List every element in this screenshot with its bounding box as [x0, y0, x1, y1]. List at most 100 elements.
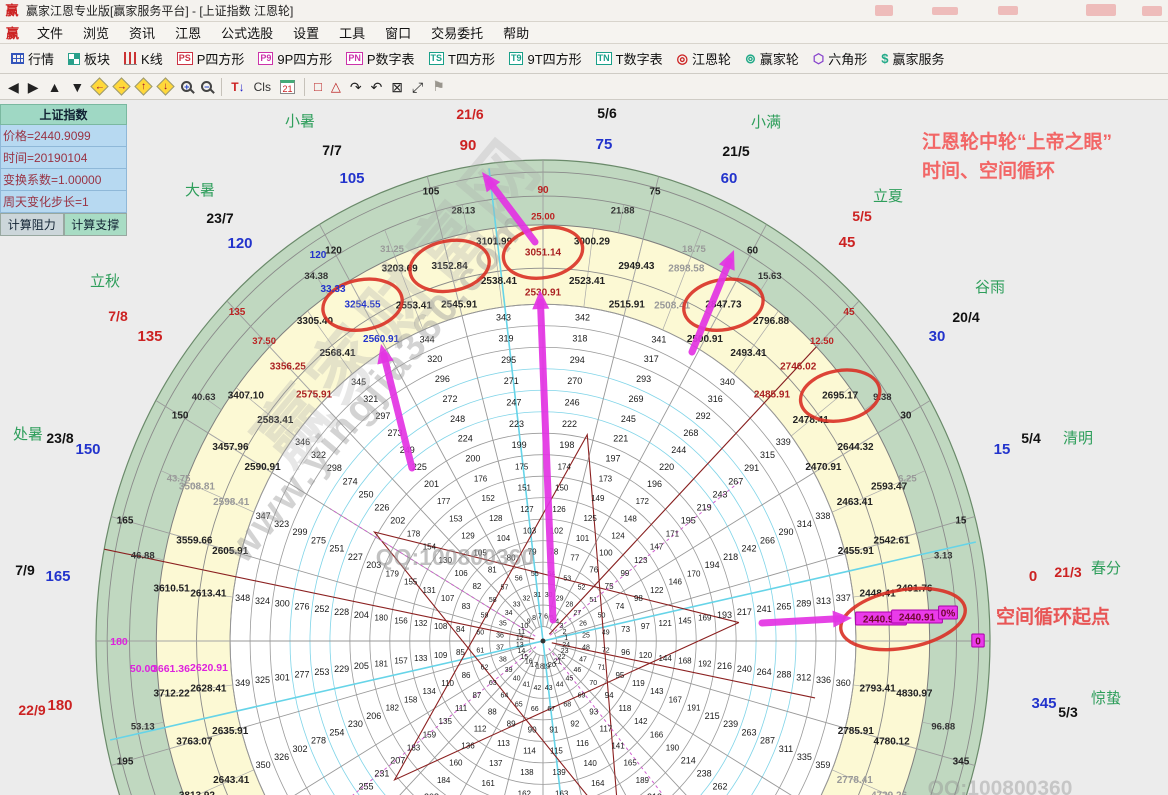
toolbar-button-T数字表[interactable]: TNT数字表	[589, 46, 670, 72]
nav-last-icon[interactable]: ▶	[28, 79, 39, 95]
svg-text:88: 88	[488, 708, 497, 717]
svg-text:3407.10: 3407.10	[228, 391, 265, 402]
svg-text:87: 87	[472, 691, 481, 700]
svg-text:143: 143	[650, 687, 664, 696]
svg-text:300: 300	[275, 599, 290, 609]
toolbar-button-P四方形[interactable]: PSP四方形	[170, 46, 252, 72]
nav-first-icon[interactable]: ◀	[8, 79, 19, 95]
svg-text:319: 319	[499, 334, 514, 344]
menu-item-1[interactable]: 浏览	[73, 21, 119, 44]
toolbar-button-六角形[interactable]: ⬡六角形	[806, 46, 874, 72]
svg-text:195: 195	[117, 757, 134, 768]
toolbar-label: 板块	[84, 49, 110, 68]
toolbar-button-板块[interactable]: 板块	[61, 46, 117, 72]
menu-item-6[interactable]: 工具	[329, 21, 375, 44]
svg-text:296: 296	[435, 374, 450, 384]
solar-term-立夏: 立夏	[873, 188, 903, 205]
svg-text:165: 165	[623, 759, 637, 768]
resize-icon[interactable]: ⤢	[412, 79, 423, 95]
menu-item-7[interactable]: 窗口	[375, 21, 421, 44]
step-up-icon[interactable]: ↑	[135, 77, 153, 95]
svg-text:100: 100	[599, 548, 613, 557]
svg-text:21.88: 21.88	[611, 205, 635, 216]
toolbar-button-9P四方形[interactable]: P99P四方形	[251, 46, 339, 72]
toolbar-button-赢家服务[interactable]: $赢家服务	[874, 46, 951, 72]
toolbar-button-T四方形[interactable]: TST四方形	[422, 46, 502, 72]
wheel-hub	[541, 639, 546, 644]
svg-text:146: 146	[669, 578, 683, 587]
calc-support-button[interactable]: 计算支撑	[64, 213, 128, 236]
toolbar-button-江恩轮[interactable]: ◎江恩轮	[670, 46, 738, 72]
zoom-in-icon[interactable]: +	[181, 81, 192, 92]
menu-item-5[interactable]: 设置	[283, 21, 329, 44]
menu-item-0[interactable]: 文件	[27, 21, 73, 44]
menu-item-2[interactable]: 资讯	[119, 21, 165, 44]
svg-text:135: 135	[439, 717, 453, 726]
titlebar-button-artifact[interactable]	[932, 7, 958, 15]
solar-term-大暑: 大暑	[185, 182, 215, 199]
svg-text:75: 75	[605, 582, 614, 591]
svg-text:217: 217	[737, 607, 752, 617]
toolbar-button-P数字表[interactable]: PNP数字表	[339, 46, 421, 72]
titlebar-button-artifact[interactable]	[1086, 4, 1116, 16]
calendar-icon[interactable]: 21	[280, 80, 295, 94]
toolbar-button-9T四方形[interactable]: T99T四方形	[502, 46, 589, 72]
solar-term-惊蛰: 惊蛰	[1091, 690, 1121, 707]
badge: PS	[177, 52, 193, 65]
svg-text:312: 312	[796, 672, 811, 682]
svg-text:53.13: 53.13	[131, 722, 155, 733]
menu-item-3[interactable]: 江恩	[165, 21, 211, 44]
menu-item-9[interactable]: 帮助	[493, 21, 539, 44]
t-arrow-icon[interactable]: T↓	[231, 80, 244, 94]
index-name-label: 上证指数	[0, 104, 127, 125]
svg-text:326: 326	[274, 752, 289, 762]
svg-text:138: 138	[520, 768, 534, 777]
rotate-right-icon[interactable]: →	[113, 77, 131, 95]
rotate-ccw-icon[interactable]: ↶	[371, 79, 383, 95]
menu-item-4[interactable]: 公式选股	[211, 21, 283, 44]
svg-text:292: 292	[696, 411, 711, 421]
svg-text:30: 30	[900, 411, 912, 422]
svg-text:4780.12: 4780.12	[874, 737, 911, 748]
svg-text:161: 161	[482, 779, 496, 788]
toolbar-button-K线[interactable]: K线	[117, 46, 170, 72]
close-button[interactable]	[1142, 6, 1162, 16]
rotate-cw-icon[interactable]: ↷	[350, 79, 362, 95]
titlebar-button-artifact[interactable]	[998, 6, 1018, 15]
cls-button[interactable]: Cls	[254, 80, 271, 94]
svg-text:2440.91: 2440.91	[899, 613, 936, 624]
flag-icon[interactable]: ⚑	[432, 78, 445, 95]
titlebar-button-artifact[interactable]	[875, 5, 893, 16]
svg-text:61: 61	[476, 647, 484, 654]
nav-up-icon[interactable]: ▲	[48, 79, 62, 95]
svg-text:127: 127	[520, 505, 534, 514]
draw-triangle-icon[interactable]: △	[331, 79, 341, 95]
svg-text:168: 168	[678, 657, 692, 666]
nav-down-icon[interactable]: ▼	[70, 79, 84, 95]
badge: PN	[346, 52, 363, 65]
toolbar-button-赢家轮[interactable]: ⊚赢家轮	[738, 46, 806, 72]
svg-text:43: 43	[545, 685, 553, 692]
svg-text:176: 176	[474, 474, 488, 483]
menu-item-8[interactable]: 交易委托	[421, 21, 493, 44]
draw-square-icon[interactable]: □	[314, 79, 322, 94]
step-value: 周天变化步长=1	[0, 191, 127, 213]
svg-text:3763.07: 3763.07	[176, 737, 213, 748]
svg-text:239: 239	[723, 719, 738, 729]
svg-text:37: 37	[496, 645, 504, 652]
calc-resistance-button[interactable]: 计算阻力	[0, 213, 64, 236]
svg-text:96.88: 96.88	[931, 722, 955, 733]
zoom-out-icon[interactable]: −	[201, 81, 212, 92]
delete-box-icon[interactable]: ⊠	[391, 79, 403, 95]
wheel-label-180: 180	[47, 697, 72, 714]
badge: TN	[596, 52, 612, 65]
svg-text:3813.92: 3813.92	[179, 790, 216, 795]
svg-text:2515.91: 2515.91	[609, 299, 646, 310]
toolbar-label: 赢家轮	[760, 49, 799, 68]
wheel-label-90: 90	[460, 137, 477, 154]
rotate-left-icon[interactable]: ←	[91, 77, 109, 95]
toolbar-button-行情[interactable]: 行情	[4, 46, 61, 72]
svg-text:179: 179	[386, 569, 400, 578]
gann-wheel-chart[interactable]: 1530456075901051201351501651952102252402…	[0, 100, 1168, 795]
step-down-icon[interactable]: ↓	[157, 77, 175, 95]
